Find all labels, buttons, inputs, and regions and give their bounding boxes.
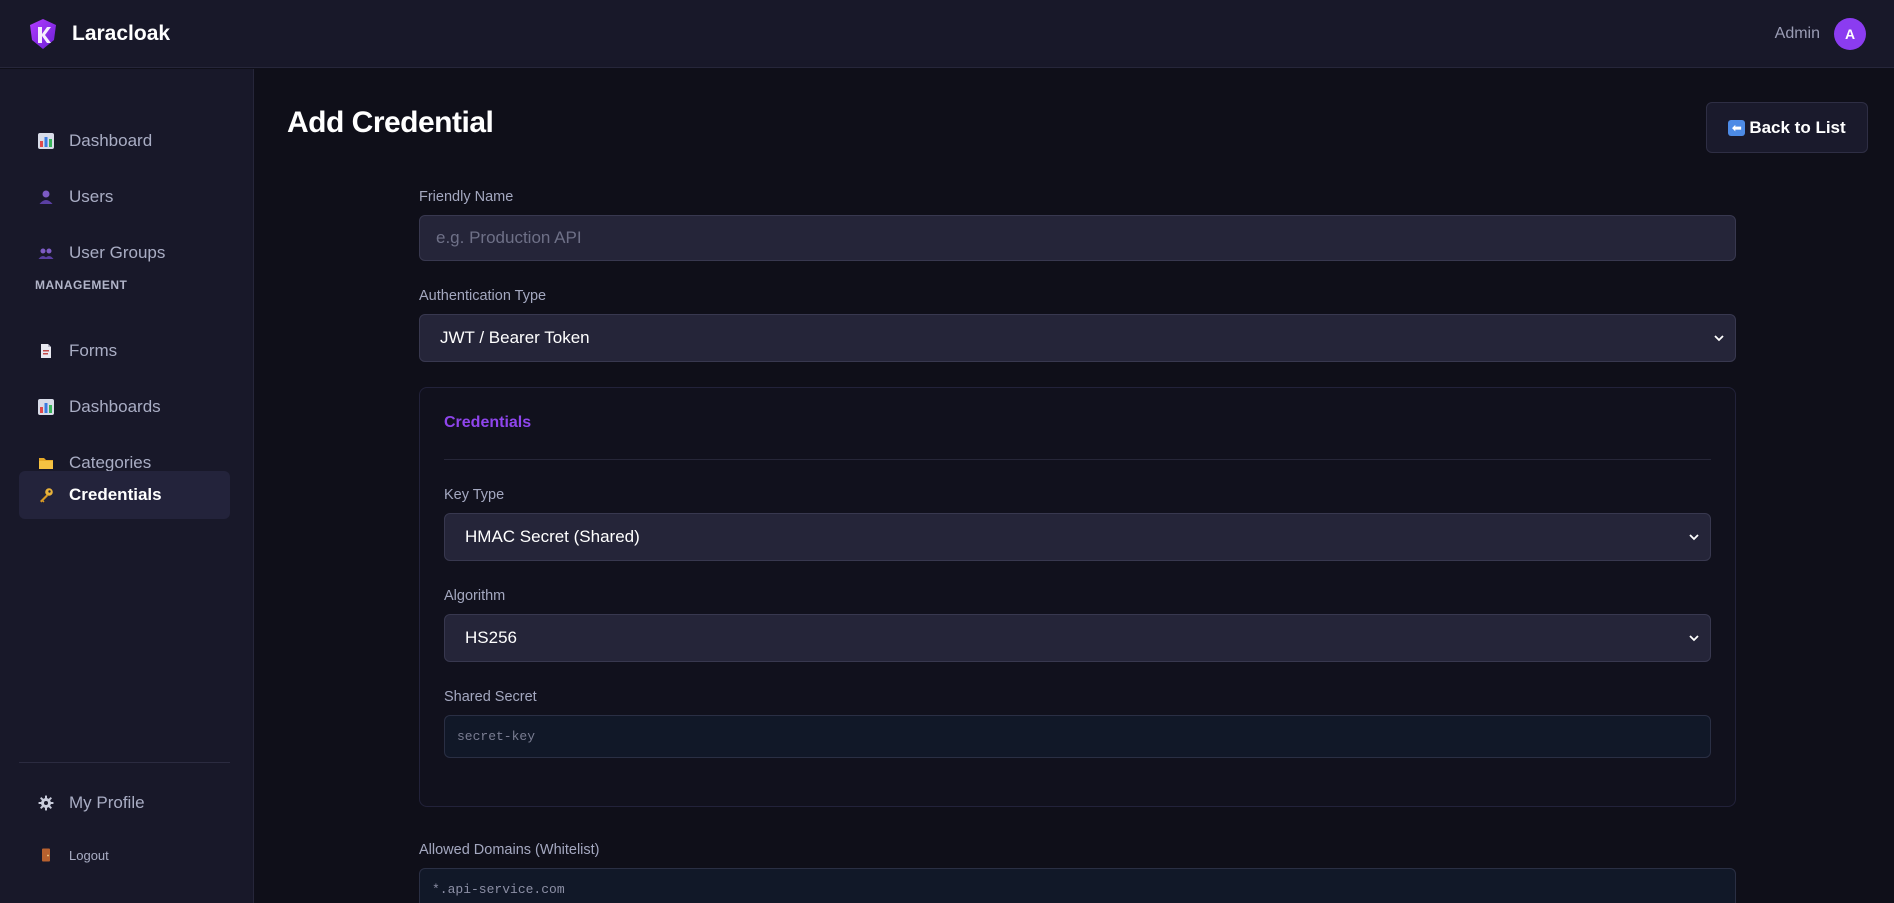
back-to-list-label: Back to List [1749, 117, 1846, 137]
sidebar-item-users[interactable]: Users [19, 173, 230, 221]
user-name: Admin [1774, 24, 1820, 42]
back-to-list-button[interactable]: ⬅ Back to List [1706, 102, 1868, 153]
sidebar-item-user-groups[interactable]: User Groups [19, 229, 230, 277]
sidebar-item-label: Logout [69, 847, 109, 863]
algorithm-label: Algorithm [444, 588, 506, 604]
key-type-label: Key Type [444, 487, 505, 503]
top-bar: Laracloak Admin A [0, 0, 1894, 68]
sidebar-item-dashboard[interactable]: Dashboard [19, 117, 230, 165]
gear-icon [37, 794, 55, 812]
auth-type-select[interactable]: JWT / Bearer Token [419, 314, 1736, 362]
user-icon [37, 188, 55, 206]
shared-secret-label: Shared Secret [444, 689, 537, 705]
shared-secret-input[interactable] [444, 715, 1711, 758]
sidebar: Dashboard Users User Groups MANAGEMENT F… [0, 69, 254, 903]
sidebar-item-label: User Groups [69, 243, 166, 262]
arrow-left-icon: ⬅ [1728, 119, 1746, 136]
credentials-card-title: Credentials [444, 414, 532, 431]
sidebar-item-my-profile[interactable]: My Profile [19, 779, 230, 827]
laracloak-logo-icon [30, 18, 56, 49]
app-name: Laracloak [72, 21, 171, 45]
bar-chart-icon [37, 132, 55, 150]
friendly-name-input[interactable] [419, 215, 1736, 261]
page-title: Add Credential [287, 106, 494, 139]
users-icon [37, 244, 55, 262]
section-label-management: MANAGEMENT [35, 278, 128, 292]
key-icon [37, 486, 55, 504]
sidebar-divider [19, 762, 230, 763]
auth-type-label: Authentication Type [419, 288, 547, 304]
card-divider [444, 459, 1711, 460]
algorithm-selected: HS256 [465, 628, 517, 647]
key-type-select[interactable]: HMAC Secret (Shared) [444, 513, 1711, 561]
document-icon [37, 342, 55, 360]
folder-icon [37, 454, 55, 472]
sidebar-item-label: Credentials [69, 485, 162, 504]
sidebar-item-label: My Profile [69, 793, 145, 812]
sidebar-item-label: Forms [69, 341, 118, 360]
sidebar-item-credentials[interactable]: Credentials [19, 471, 230, 519]
bar-chart-icon [37, 398, 55, 416]
chevron-down-icon [1714, 335, 1724, 342]
user-menu[interactable]: Admin A [1774, 17, 1866, 50]
sidebar-item-dashboards[interactable]: Dashboards [19, 383, 230, 431]
allowed-domains-label: Allowed Domains (Whitelist) [419, 842, 600, 858]
avatar[interactable]: A [1834, 17, 1866, 50]
sidebar-item-forms[interactable]: Forms [19, 327, 230, 375]
sidebar-item-logout[interactable]: Logout [19, 831, 230, 879]
sidebar-item-label: Users [69, 187, 114, 206]
allowed-domains-textarea[interactable]: *.api-service.com [419, 868, 1736, 903]
sidebar-item-label: Categories [69, 453, 152, 472]
sidebar-item-label: Dashboards [69, 397, 161, 416]
key-type-selected: HMAC Secret (Shared) [465, 527, 640, 546]
chevron-down-icon [1689, 534, 1699, 541]
door-icon [37, 846, 55, 864]
auth-type-selected: JWT / Bearer Token [440, 328, 590, 347]
sidebar-item-label: Dashboard [69, 131, 153, 150]
algorithm-select[interactable]: HS256 [444, 614, 1711, 662]
chevron-down-icon [1689, 635, 1699, 642]
friendly-name-label: Friendly Name [419, 189, 514, 205]
brand[interactable]: Laracloak [28, 18, 170, 50]
